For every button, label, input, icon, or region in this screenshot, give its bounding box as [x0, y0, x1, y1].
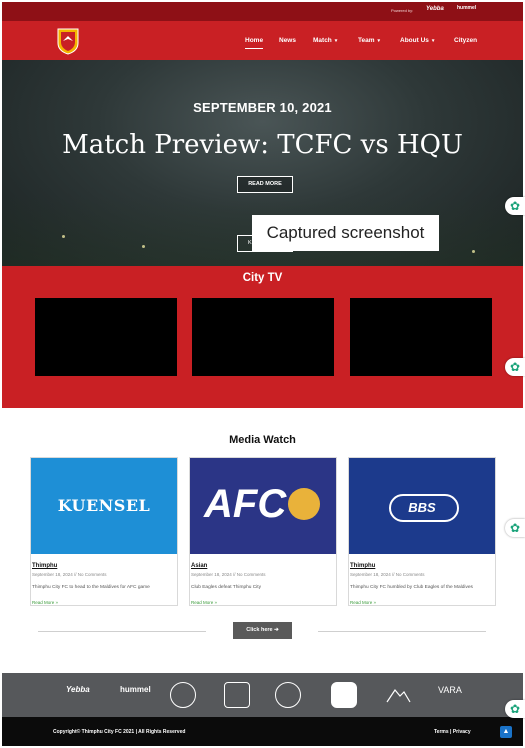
light-dot: [472, 250, 475, 253]
footer: Copyright© Thimphu City FC 2021 | All Ri…: [2, 717, 523, 746]
nav-news[interactable]: News: [279, 37, 296, 44]
gear-icon[interactable]: ✿: [505, 519, 525, 537]
captured-screenshot-label: Captured screenshot: [252, 215, 439, 251]
partner-logo-vara[interactable]: VARA: [438, 685, 462, 695]
yebba-sponsor-logo[interactable]: Yebba: [426, 6, 444, 12]
nav-team[interactable]: Team ▾: [358, 37, 380, 44]
club-crest-logo[interactable]: [55, 27, 81, 55]
video-embed[interactable]: [35, 298, 177, 376]
card-category[interactable]: Asian: [191, 563, 207, 569]
card-category[interactable]: Thimphu: [350, 563, 375, 569]
gear-icon[interactable]: ✿: [505, 197, 525, 215]
chevron-down-icon: ▾: [431, 38, 435, 44]
card-meta: September 18, 2024 // No Comments: [191, 572, 266, 577]
partners-strip: Yebba hummel VARA: [2, 673, 523, 717]
afc-logo-image[interactable]: AFC: [190, 458, 336, 554]
sponsor-bar: Powered by: Yebba hummel: [2, 2, 523, 21]
partner-logo-yebba[interactable]: Yebba: [66, 685, 90, 694]
light-dot: [142, 245, 145, 248]
bbs-logo-image[interactable]: BBS: [349, 458, 495, 554]
chevron-down-icon: ▾: [377, 38, 381, 44]
video-embed[interactable]: [192, 298, 334, 376]
card-excerpt: Club Eagles defeat Thimphu City: [191, 585, 262, 590]
light-dot: [62, 235, 65, 238]
gear-icon[interactable]: ✿: [505, 358, 525, 376]
read-more-button[interactable]: READ MORE: [237, 176, 293, 193]
hero-title: Match Preview: TCFC vs HQU: [62, 130, 463, 160]
card-excerpt: Thimphu City FC to head to the Maldives …: [32, 585, 150, 590]
scroll-to-top-button[interactable]: ▲: [500, 726, 512, 738]
gear-icon[interactable]: ✿: [505, 700, 525, 718]
partner-mountain-logo-icon[interactable]: [385, 682, 411, 708]
powered-by-label: Powered by:: [391, 8, 414, 13]
copyright-text: Copyright© Thimphu City FC 2021 | All Ri…: [53, 729, 186, 735]
partner-seal-icon[interactable]: [275, 682, 301, 708]
read-more-link[interactable]: Read More »: [32, 600, 58, 605]
city-tv-section: City TV: [2, 266, 523, 408]
hummel-sponsor-logo[interactable]: hummel: [457, 5, 476, 11]
read-more-link[interactable]: Read More »: [350, 600, 376, 605]
video-embed[interactable]: [350, 298, 492, 376]
main-navigation: Home News Match ▾ Team ▾ About Us ▾ Cityzen: [2, 21, 523, 60]
card-excerpt: Thimphu City FC humbled by Club Eagles o…: [350, 585, 473, 590]
nav-home[interactable]: Home: [245, 37, 264, 49]
nav-match[interactable]: Match ▾: [313, 37, 337, 44]
partner-logo-hummel[interactable]: hummel: [120, 685, 151, 694]
arrow-right-icon: ➔: [274, 627, 279, 633]
divider: [318, 631, 486, 632]
kuensel-logo-image[interactable]: KUENSEL: [31, 458, 177, 554]
partner-emblem-icon[interactable]: [170, 682, 196, 708]
afc-ball-icon: [288, 488, 320, 520]
partner-crest-icon[interactable]: [224, 682, 250, 708]
hero-date: SEPTEMBER 10, 2021: [193, 100, 332, 115]
chevron-down-icon: ▾: [334, 38, 338, 44]
news-card[interactable]: AFC Asian September 18, 2024 // No Comme…: [189, 457, 337, 606]
nav-about-us[interactable]: About Us ▾: [400, 37, 434, 44]
card-category[interactable]: Thimphu: [32, 563, 57, 569]
divider: [38, 631, 206, 632]
media-watch-title: Media Watch: [229, 434, 296, 446]
city-tv-title: City TV: [242, 272, 283, 284]
nav-cityzen[interactable]: Cityzen: [454, 37, 477, 44]
read-more-link[interactable]: Read More »: [191, 600, 217, 605]
card-meta: September 18, 2024 // No Comments: [32, 572, 107, 577]
card-meta: September 18, 2024 // No Comments: [350, 572, 425, 577]
footer-links[interactable]: Terms | Privacy: [434, 729, 471, 735]
click-here-button[interactable]: Click here ➔: [233, 622, 292, 639]
news-card[interactable]: BBS Thimphu September 18, 2024 // No Com…: [348, 457, 496, 606]
partner-we-logo-icon[interactable]: [331, 682, 357, 708]
news-card[interactable]: KUENSEL Thimphu September 18, 2024 // No…: [30, 457, 178, 606]
